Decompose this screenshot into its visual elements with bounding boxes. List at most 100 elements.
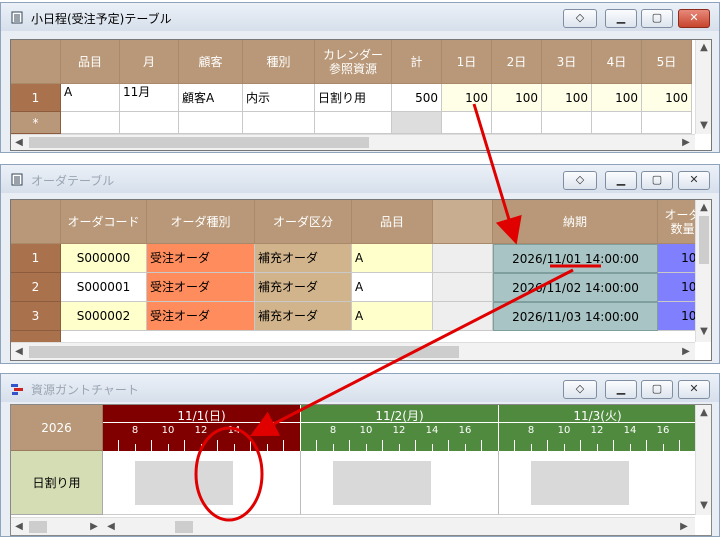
close-button[interactable]: ✕: [678, 9, 710, 28]
table-cell[interactable]: 受注オーダ: [147, 273, 255, 302]
column-header[interactable]: 月: [120, 40, 179, 84]
close-button[interactable]: ✕: [678, 171, 710, 190]
close-button[interactable]: ✕: [678, 380, 710, 399]
table-cell[interactable]: [120, 112, 179, 134]
table-cell[interactable]: A: [352, 244, 433, 273]
scroll-right-icon[interactable]: ▶: [681, 137, 691, 149]
vertical-scrollbar[interactable]: ▲ ▼: [695, 40, 711, 134]
table-cell[interactable]: [179, 112, 243, 134]
scroll-up-icon[interactable]: ▲: [698, 407, 710, 419]
column-header[interactable]: 5日: [642, 40, 692, 84]
gantt-bar[interactable]: [333, 461, 431, 505]
scroll-right-icon[interactable]: ▶: [681, 346, 691, 358]
column-header[interactable]: 品目: [61, 40, 120, 84]
table-cell[interactable]: [642, 112, 692, 134]
column-header[interactable]: 計: [392, 40, 442, 84]
table-cell[interactable]: S000000: [61, 244, 147, 273]
gantt-day-cell[interactable]: [301, 451, 499, 515]
scroll-right-icon[interactable]: ▶: [89, 521, 99, 533]
table-cell[interactable]: A: [61, 84, 120, 112]
horizontal-scrollbar-left[interactable]: ◀ ▶: [11, 517, 103, 535]
table-cell[interactable]: 100: [642, 84, 692, 112]
row-header[interactable]: 3: [11, 302, 61, 331]
table-cell[interactable]: 500: [392, 84, 442, 112]
vertical-scrollbar[interactable]: ▲ ▼: [695, 405, 711, 515]
table-cell[interactable]: 2026/11/03 14:00:00: [493, 302, 658, 331]
minimize-button[interactable]: ▁: [605, 9, 637, 28]
column-header[interactable]: 種別: [243, 40, 315, 84]
scroll-down-icon[interactable]: ▼: [698, 326, 710, 338]
table-cell[interactable]: 100: [592, 84, 642, 112]
table-cell[interactable]: [61, 112, 120, 134]
scroll-up-icon[interactable]: ▲: [698, 202, 710, 214]
new-row-header[interactable]: *: [11, 112, 61, 134]
scroll-thumb[interactable]: [29, 521, 47, 533]
maximize-button[interactable]: ▢: [641, 171, 673, 190]
table-cell[interactable]: 100: [542, 84, 592, 112]
scroll-up-icon[interactable]: ▲: [698, 42, 710, 54]
title-bar[interactable]: 資源ガントチャート ◇ ▁ ▢ ✕: [1, 374, 719, 402]
column-header[interactable]: オーダ種別: [147, 200, 255, 244]
table-cell[interactable]: [542, 112, 592, 134]
column-header[interactable]: 品目: [352, 200, 433, 244]
title-bar[interactable]: オーダテーブル ◇ ▁ ▢ ✕: [1, 165, 719, 193]
table-cell[interactable]: S000002: [61, 302, 147, 331]
scroll-thumb[interactable]: [29, 137, 369, 148]
horizontal-scrollbar[interactable]: ◀ ▶: [11, 134, 695, 150]
diamond-button[interactable]: ◇: [563, 9, 597, 28]
column-header[interactable]: 2日: [492, 40, 542, 84]
table-cell[interactable]: [243, 112, 315, 134]
scroll-left-icon[interactable]: ◀: [14, 521, 24, 533]
column-header[interactable]: 納期: [493, 200, 658, 244]
table-cell[interactable]: [592, 112, 642, 134]
column-header[interactable]: オーダ区分: [255, 200, 352, 244]
table-cell[interactable]: 受注オーダ: [147, 302, 255, 331]
table-cell[interactable]: 受注オーダ: [147, 244, 255, 273]
gantt-day-cell[interactable]: [103, 451, 301, 515]
table-cell[interactable]: S000001: [61, 273, 147, 302]
horizontal-scrollbar[interactable]: ◀ ▶: [103, 517, 695, 535]
row-header[interactable]: 1: [11, 244, 61, 273]
minimize-button[interactable]: ▁: [605, 171, 637, 190]
row-header[interactable]: 1: [11, 84, 61, 112]
column-header[interactable]: 顧客: [179, 40, 243, 84]
table-cell[interactable]: A: [352, 273, 433, 302]
table-cell[interactable]: 日割り用: [315, 84, 392, 112]
table-cell[interactable]: 100: [492, 84, 542, 112]
column-header[interactable]: オーダコード: [61, 200, 147, 244]
maximize-button[interactable]: ▢: [641, 380, 673, 399]
scroll-thumb[interactable]: [699, 216, 709, 264]
scroll-thumb[interactable]: [29, 346, 459, 358]
table-cell[interactable]: 補充オーダ: [255, 273, 352, 302]
scroll-down-icon[interactable]: ▼: [698, 120, 710, 132]
column-header[interactable]: カレンダー 参照資源: [315, 40, 392, 84]
table-cell[interactable]: 内示: [243, 84, 315, 112]
table-cell[interactable]: 2026/11/02 14:00:00: [493, 273, 658, 302]
column-header[interactable]: 1日: [442, 40, 492, 84]
table-cell[interactable]: 補充オーダ: [255, 302, 352, 331]
column-header[interactable]: 3日: [542, 40, 592, 84]
table-cell[interactable]: 2026/11/01 14:00:00: [493, 244, 658, 273]
table-cell[interactable]: [442, 112, 492, 134]
diamond-button[interactable]: ◇: [563, 171, 597, 190]
table-cell[interactable]: [392, 112, 442, 134]
table-cell[interactable]: A: [352, 302, 433, 331]
horizontal-scrollbar[interactable]: ◀ ▶: [11, 342, 695, 360]
scroll-left-icon[interactable]: ◀: [106, 521, 116, 533]
table-cell[interactable]: 11月: [120, 84, 179, 112]
scroll-thumb[interactable]: [175, 521, 193, 533]
scroll-right-icon[interactable]: ▶: [679, 521, 689, 533]
gantt-day-cell[interactable]: [499, 451, 697, 515]
gantt-bar[interactable]: [135, 461, 233, 505]
table-cell[interactable]: [315, 112, 392, 134]
maximize-button[interactable]: ▢: [641, 9, 673, 28]
gantt-bar[interactable]: [531, 461, 629, 505]
title-bar[interactable]: 小日程(受注予定)テーブル ◇ ▁ ▢ ✕: [1, 3, 719, 31]
column-header[interactable]: 4日: [592, 40, 642, 84]
scroll-down-icon[interactable]: ▼: [698, 500, 710, 512]
diamond-button[interactable]: ◇: [563, 380, 597, 399]
table-cell[interactable]: 顧客A: [179, 84, 243, 112]
table-cell[interactable]: [492, 112, 542, 134]
vertical-scrollbar[interactable]: ▲ ▼: [695, 200, 711, 342]
table-cell[interactable]: 補充オーダ: [255, 244, 352, 273]
